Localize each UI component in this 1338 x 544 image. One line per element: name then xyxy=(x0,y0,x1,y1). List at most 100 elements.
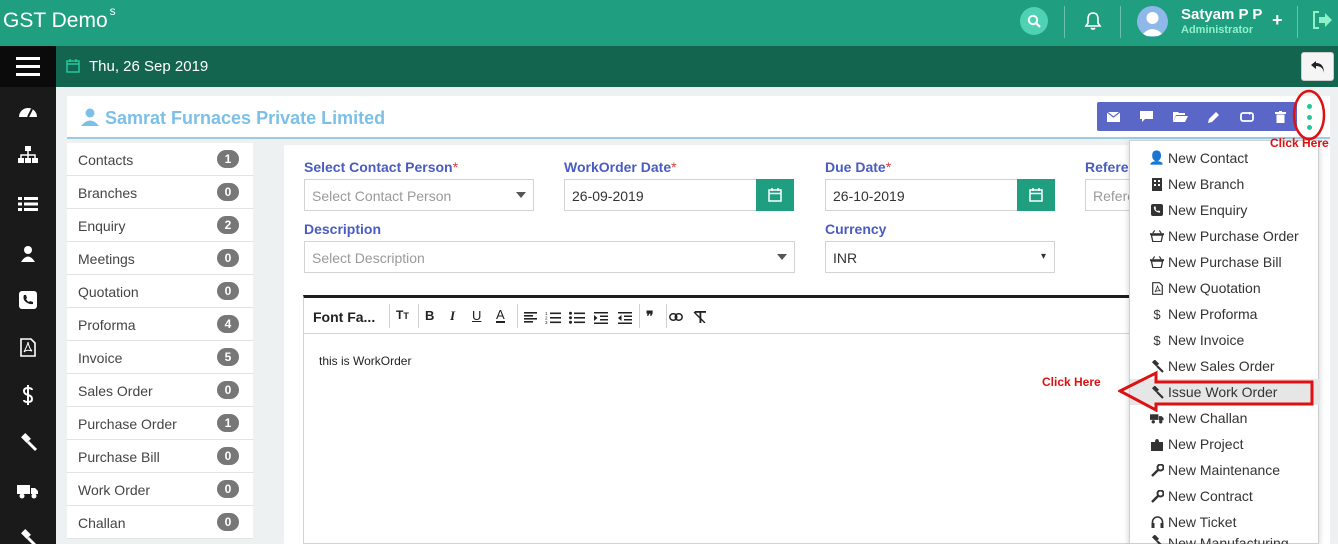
list-item[interactable]: Purchase Order 1 xyxy=(67,407,253,440)
notification-button[interactable] xyxy=(1084,11,1102,34)
count-badge: 0 xyxy=(217,183,239,201)
plus-icon[interactable]: + xyxy=(1272,10,1283,31)
folder-button[interactable] xyxy=(1164,102,1197,131)
list-item[interactable]: Purchase Bill 0 xyxy=(67,440,253,473)
list-item[interactable]: Branches 0 xyxy=(67,176,253,209)
menu-item-new-purchase-order[interactable]: New Purchase Order xyxy=(1130,223,1320,249)
sidebar-item-pdf[interactable] xyxy=(0,329,56,365)
dollar-icon: $ xyxy=(1153,332,1161,348)
menu-item-new-quotation[interactable]: New Quotation xyxy=(1130,275,1320,301)
indent-icon[interactable] xyxy=(594,312,608,324)
sidebar-item-dashboard[interactable] xyxy=(0,93,56,129)
menu-item-new-contract[interactable]: New Contract xyxy=(1130,483,1320,509)
sidebar-item-list[interactable] xyxy=(0,186,56,222)
workorder-date-calendar-button[interactable] xyxy=(756,179,794,211)
sidebar-item-phone[interactable] xyxy=(0,282,56,318)
refresh-icon xyxy=(1239,111,1254,122)
list-item[interactable]: Work Order 0 xyxy=(67,473,253,506)
list-item[interactable]: Contacts 1 xyxy=(67,143,253,176)
currency-select[interactable]: INR xyxy=(825,241,1055,273)
folder-open-icon xyxy=(1172,112,1188,122)
svg-text:3: 3 xyxy=(545,320,548,324)
sidebar-item-gavel[interactable] xyxy=(0,424,56,460)
user-name[interactable]: Satyam P P xyxy=(1181,6,1262,23)
list-item[interactable]: Sales Order 0 xyxy=(67,374,253,407)
user-icon: 👤 xyxy=(1148,150,1166,165)
list-item[interactable]: Invoice 5 xyxy=(67,341,253,374)
user-icon xyxy=(81,108,99,126)
current-date: Thu, 26 Sep 2019 xyxy=(89,58,209,75)
menu-item-new-project[interactable]: New Project xyxy=(1130,431,1320,457)
link-icon[interactable] xyxy=(669,313,683,321)
pdf-icon xyxy=(20,337,36,357)
related-records-list: Contacts 1 Branches 0 Enquiry 2 Meetings 0 Q… xyxy=(67,143,253,539)
sidebar-item-truck[interactable] xyxy=(0,473,56,509)
description-select[interactable]: Select Description xyxy=(304,241,795,273)
count-badge: 0 xyxy=(217,282,239,300)
menu-item-new-maintenance[interactable]: New Maintenance xyxy=(1130,457,1320,483)
dashboard-icon xyxy=(19,108,37,118)
sidebar-item-gavel-2[interactable] xyxy=(0,520,56,544)
contact-person-label: Select Contact Person* xyxy=(304,159,459,175)
menu-item-new-enquiry[interactable]: New Enquiry xyxy=(1130,197,1320,223)
font-family-select[interactable]: Font Fa... xyxy=(313,309,375,325)
calendar-icon xyxy=(768,188,782,202)
ordered-list-icon[interactable]: 123 xyxy=(545,311,561,324)
comment-button[interactable] xyxy=(1130,102,1163,131)
app-brand[interactable]: GST Demo s xyxy=(3,4,116,33)
menu-item-new-proforma[interactable]: $ New Proforma xyxy=(1130,301,1320,327)
count-badge: 0 xyxy=(217,447,239,465)
company-name: Samrat Furnaces Private Limited xyxy=(105,108,386,128)
unordered-list-icon[interactable] xyxy=(569,311,585,324)
description-label: Description xyxy=(304,221,382,237)
list-item[interactable]: Meetings 0 xyxy=(67,242,253,275)
search-icon xyxy=(1027,14,1041,28)
list-item[interactable]: Enquiry 2 xyxy=(67,209,253,242)
list-item[interactable]: Proforma 4 xyxy=(67,308,253,341)
divider xyxy=(1120,6,1121,38)
date-bar: Thu, 26 Sep 2019 xyxy=(0,46,1338,87)
back-button[interactable] xyxy=(1301,52,1334,81)
clear-format-icon[interactable] xyxy=(693,311,706,323)
outdent-icon[interactable] xyxy=(618,312,632,324)
due-date-calendar-button[interactable] xyxy=(1017,179,1055,211)
menu-item-new-manufacturing[interactable]: New Manufacturing xyxy=(1130,535,1320,544)
menu-item-new-invoice[interactable]: $ New Invoice xyxy=(1130,327,1320,353)
refresh-button[interactable] xyxy=(1230,102,1263,131)
list-item[interactable]: Quotation 0 xyxy=(67,275,253,308)
avatar[interactable] xyxy=(1137,6,1168,37)
sidebar-item-user[interactable] xyxy=(0,235,56,271)
font-color-button[interactable]: A xyxy=(496,308,505,323)
search-button[interactable] xyxy=(1020,7,1048,35)
italic-button[interactable]: I xyxy=(450,308,455,324)
annotation-click-here-top: Click Here xyxy=(1270,136,1329,150)
bold-button[interactable]: B xyxy=(425,308,434,323)
blockquote-button[interactable]: ❞ xyxy=(646,308,654,325)
annotation-click-here-arrow: Click Here xyxy=(1042,375,1101,389)
menu-item-new-purchase-bill[interactable]: New Purchase Bill xyxy=(1130,249,1320,275)
bell-icon xyxy=(1084,12,1102,30)
due-date-input[interactable]: 26-10-2019 xyxy=(825,179,1018,211)
logout-button[interactable] xyxy=(1311,10,1333,33)
text-size-button[interactable]: TT xyxy=(396,308,409,322)
puzzle-icon xyxy=(1150,438,1164,451)
menu-item-new-branch[interactable]: New Branch xyxy=(1130,171,1320,197)
align-left-icon[interactable] xyxy=(524,312,537,323)
pencil-icon xyxy=(1207,111,1219,123)
sidebar-item-dollar[interactable] xyxy=(0,377,56,413)
underline-button[interactable]: U xyxy=(472,308,481,323)
email-button[interactable] xyxy=(1097,102,1130,131)
editor-content[interactable]: this is WorkOrder xyxy=(319,354,411,368)
chevron-down-icon xyxy=(777,254,787,260)
count-badge: 2 xyxy=(217,216,239,234)
list-item[interactable]: Challan 0 xyxy=(67,506,253,539)
hamburger-menu-button[interactable] xyxy=(0,46,56,87)
calendar-icon xyxy=(66,59,80,73)
contact-person-select[interactable]: Select Contact Person xyxy=(304,179,534,211)
wrench-icon xyxy=(1150,489,1164,503)
sidebar-item-sitemap[interactable] xyxy=(0,136,56,172)
edit-button[interactable] xyxy=(1197,102,1230,131)
workorder-date-input[interactable]: 26-09-2019 xyxy=(564,179,757,211)
phone-icon xyxy=(19,291,37,309)
menu-item-new-ticket[interactable]: New Ticket xyxy=(1130,509,1320,535)
